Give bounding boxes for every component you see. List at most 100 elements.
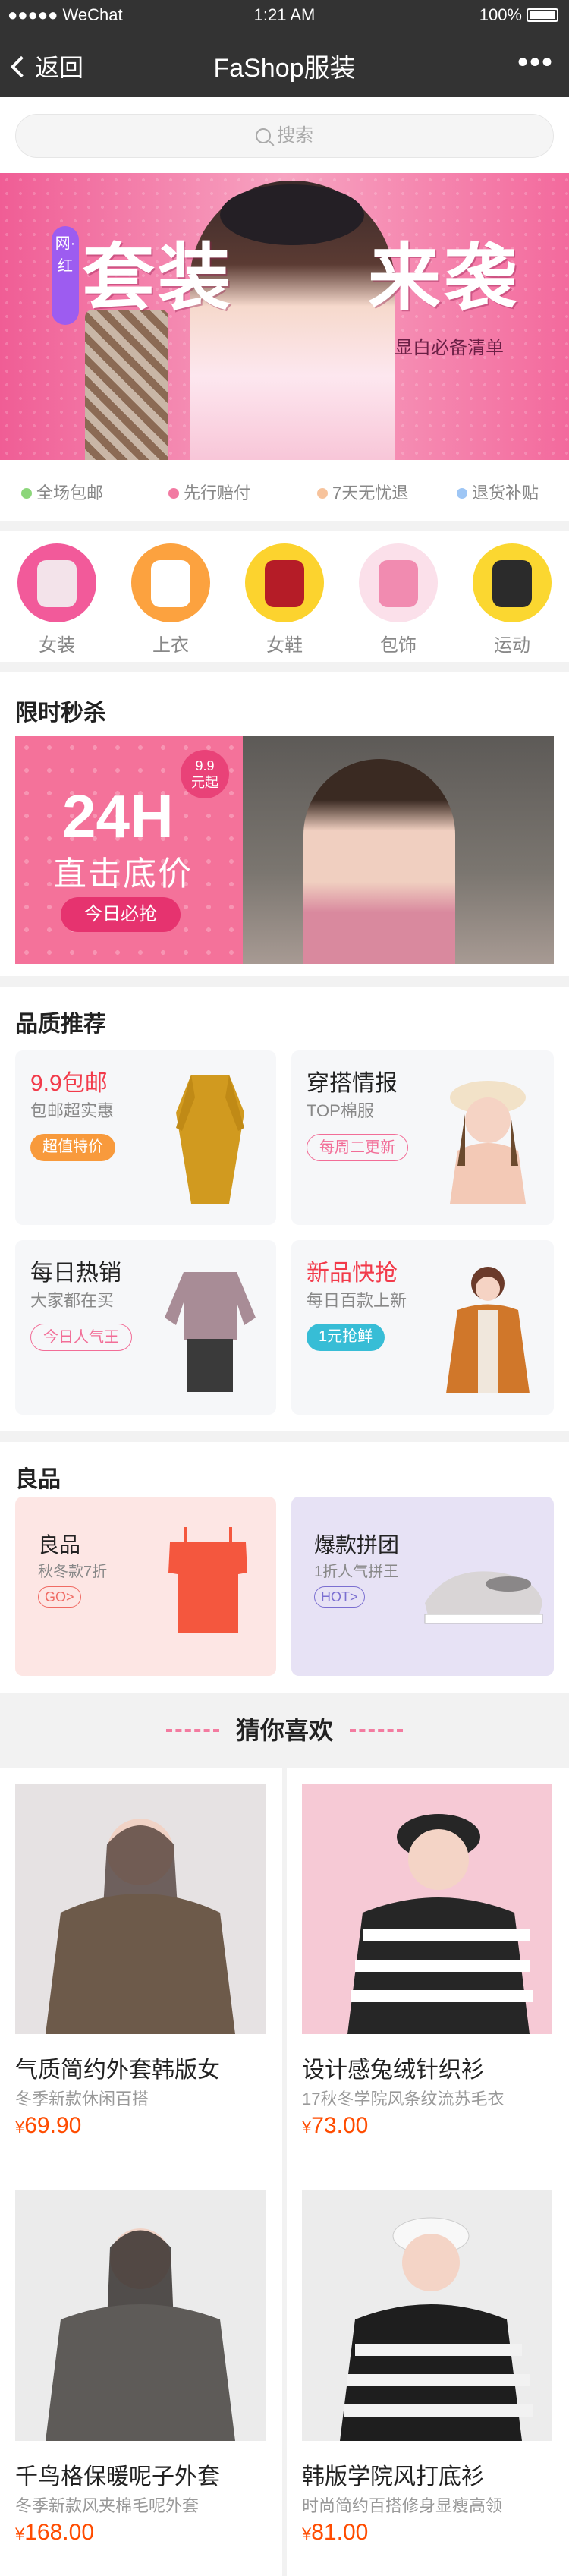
goods-badge: HOT> xyxy=(314,1586,365,1608)
tile-title: 新品快抢 xyxy=(307,1261,398,1286)
dress-icon xyxy=(161,1067,259,1204)
flash-sale-banner[interactable]: 9.9 元起 24H 直击底价 今日必抢 xyxy=(15,736,243,964)
banner-subtitle: 显白必备清单 xyxy=(395,338,504,358)
category-women[interactable]: 女装 xyxy=(11,543,102,657)
product-card[interactable]: 气质简约外套韩版女 冬季新款休闲百搭 ¥69.90 xyxy=(0,1768,282,2184)
service-bar: 全场包邮 先行赔付 7天无忧退 退货补贴 xyxy=(0,460,569,521)
product-price: ¥73.00 xyxy=(302,2113,368,2139)
tile-title: 穿搭情报 xyxy=(307,1071,398,1096)
search-bar-container: 搜索 xyxy=(0,97,569,173)
category-grid: 女装 上衣 女鞋 包饰 运动 xyxy=(0,531,569,662)
banner-title-left: 套装 xyxy=(82,238,234,319)
search-icon xyxy=(256,128,271,143)
service-item: 7天无忧退 xyxy=(317,480,408,504)
product-name: 气质简约外套韩版女 xyxy=(15,2058,220,2083)
category-bags[interactable]: 包饰 xyxy=(353,543,444,657)
guess-you-like-header: 猜你喜欢 xyxy=(0,1693,569,1768)
category-label: 包饰 xyxy=(380,635,417,656)
tile-badge: 每周二更新 xyxy=(307,1134,408,1161)
category-label: 运动 xyxy=(494,635,530,656)
price-value: 69.90 xyxy=(24,2113,82,2138)
product-price: ¥69.90 xyxy=(15,2113,81,2139)
divider-left xyxy=(165,1729,219,1732)
nav-bar: 返回 FaShop服装 ••• xyxy=(0,30,569,97)
goods-title: 爆款拼团 xyxy=(314,1533,400,1557)
category-sports[interactable]: 运动 xyxy=(467,543,558,657)
product-card[interactable]: 韩版学院风打底衫 时尚简约百搭修身显瘦高领 ¥81.00 xyxy=(287,2175,569,2576)
currency-symbol: ¥ xyxy=(15,2118,25,2137)
search-input[interactable]: 搜索 xyxy=(15,114,554,158)
jacket-icon xyxy=(17,543,96,622)
section-title: 品质推荐 xyxy=(15,1012,106,1037)
goods-card[interactable]: 爆款拼团 1折人气拼王 HOT> xyxy=(291,1497,554,1676)
quality-tile[interactable]: 穿搭情报 TOP棉服 每周二更新 xyxy=(291,1050,554,1225)
product-price: ¥81.00 xyxy=(302,2520,368,2546)
price-value: 81.00 xyxy=(311,2520,369,2545)
product-price: ¥168.00 xyxy=(15,2520,94,2546)
product-image xyxy=(15,1784,266,2034)
model-coat-icon xyxy=(439,1257,537,1393)
category-label: 女装 xyxy=(39,635,75,656)
tile-badge: 1元抢鲜 xyxy=(307,1324,385,1351)
goods-badge: GO> xyxy=(38,1586,81,1608)
quality-tile[interactable]: 每日热销 大家都在买 今日人气王 xyxy=(15,1240,276,1415)
goods-subtitle: 秋冬款7折 xyxy=(38,1564,108,1580)
lightning-icon xyxy=(168,488,179,499)
offshoulder-top-icon xyxy=(162,1527,253,1641)
goods-subtitle: 1折人气拼王 xyxy=(314,1564,399,1580)
tile-subtitle: 每日百款上新 xyxy=(307,1291,407,1310)
divider-right xyxy=(350,1729,403,1732)
flash-buy-button[interactable]: 今日必抢 xyxy=(61,897,181,932)
guess-title: 猜你喜欢 xyxy=(235,1717,333,1744)
slipon-shoe-icon xyxy=(417,1550,546,1633)
subsidy-icon xyxy=(457,488,467,499)
product-card[interactable]: 千鸟格保暖呢子外套 冬季新款风夹棉毛呢外套 ¥168.00 xyxy=(0,2175,282,2576)
category-label: 上衣 xyxy=(152,635,189,656)
category-tops[interactable]: 上衣 xyxy=(125,543,216,657)
product-desc: 时尚简约百搭修身显瘦高领 xyxy=(302,2496,503,2515)
status-bar: ●●●●● WeChat 1:21 AM 100% xyxy=(0,0,569,30)
banner-tag: 网·红 xyxy=(52,226,79,325)
product-desc: 冬季新款风夹棉毛呢外套 xyxy=(15,2496,200,2515)
product-desc: 17秋冬学院风条纹流苏毛衣 xyxy=(302,2089,505,2108)
product-name: 千鸟格保暖呢子外套 xyxy=(15,2464,220,2489)
battery-icon xyxy=(527,8,558,22)
service-label: 先行赔付 xyxy=(184,483,251,502)
battery-percent: 100% xyxy=(479,5,522,24)
service-item: 退货补贴 xyxy=(457,480,539,504)
sneaker-icon xyxy=(473,543,552,622)
flash-sale-model-image[interactable] xyxy=(243,736,554,964)
shirt-icon xyxy=(131,543,210,622)
tile-title: 每日热销 xyxy=(30,1261,121,1286)
price-badge: 9.9 元起 xyxy=(181,750,229,798)
section-title: 限时秒杀 xyxy=(15,701,106,726)
tile-subtitle: 包邮超实惠 xyxy=(30,1101,115,1120)
handbag-icon xyxy=(359,543,438,622)
service-label: 全场包邮 xyxy=(36,483,104,502)
currency-symbol: ¥ xyxy=(302,2118,312,2137)
section-title: 良品 xyxy=(15,1467,61,1492)
page-title: FaShop服装 xyxy=(213,54,356,83)
price-value: 168.00 xyxy=(24,2520,95,2545)
category-shoes[interactable]: 女鞋 xyxy=(239,543,330,657)
badge-unit: 元起 xyxy=(191,775,218,790)
product-name: 设计感兔绒针织衫 xyxy=(302,2058,484,2083)
plaid-coat-image xyxy=(85,310,168,460)
more-menu-button[interactable]: ••• xyxy=(517,46,554,80)
currency-symbol: ¥ xyxy=(302,2524,312,2543)
product-card[interactable]: 设计感兔绒针织衫 17秋冬学院风条纹流苏毛衣 ¥73.00 xyxy=(287,1768,569,2184)
goods-title: 良品 xyxy=(38,1533,81,1557)
promo-banner[interactable]: 网·红 套装 来袭 显白必备清单 xyxy=(0,173,569,460)
tile-subtitle: 大家都在买 xyxy=(30,1291,115,1310)
service-item: 先行赔付 xyxy=(168,480,250,504)
product-name: 韩版学院风打底衫 xyxy=(302,2464,484,2489)
service-label: 7天无忧退 xyxy=(332,483,409,502)
boots-icon xyxy=(245,543,324,622)
product-image xyxy=(15,2190,266,2441)
goods-card[interactable]: 良品 秋冬款7折 GO> xyxy=(15,1497,276,1676)
category-label: 女鞋 xyxy=(266,635,303,656)
quality-tile[interactable]: 新品快抢 每日百款上新 1元抢鲜 xyxy=(291,1240,554,1415)
quality-tile[interactable]: 9.9包邮 包邮超实惠 超值特价 xyxy=(15,1050,276,1225)
price-value: 73.00 xyxy=(311,2113,369,2138)
model-girl-icon xyxy=(439,1067,537,1204)
